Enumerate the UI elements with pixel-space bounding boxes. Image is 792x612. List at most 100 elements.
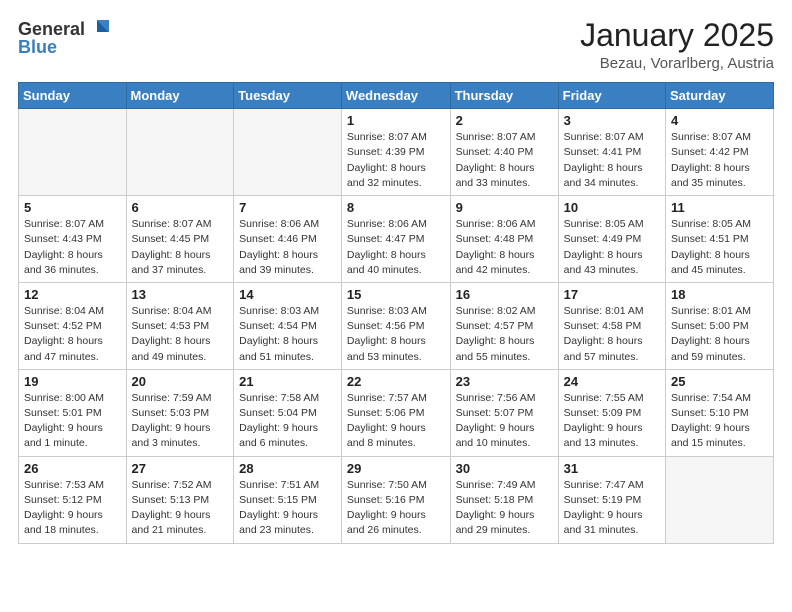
day-number: 12 (24, 287, 121, 302)
table-row: 26Sunrise: 7:53 AMSunset: 5:12 PMDayligh… (19, 456, 127, 543)
day-info: Sunrise: 7:58 AMSunset: 5:04 PMDaylight:… (239, 391, 336, 452)
table-row: 25Sunrise: 7:54 AMSunset: 5:10 PMDayligh… (666, 369, 774, 456)
table-row: 5 Sunrise: 8:07 AMSunset: 4:43 PMDaylight… (19, 196, 127, 283)
week-row-2: 5 Sunrise: 8:07 AMSunset: 4:43 PMDaylight… (19, 196, 774, 283)
day-info: Sunrise: 7:49 AMSunset: 5:18 PMDaylight:… (456, 478, 553, 539)
day-info: Sunrise: 7:50 AMSunset: 5:16 PMDaylight:… (347, 478, 445, 539)
day-number: 22 (347, 374, 445, 389)
logo-icon (87, 18, 109, 36)
day-number: 27 (132, 461, 229, 476)
table-row: 4 Sunrise: 8:07 AMSunset: 4:42 PMDaylight… (666, 109, 774, 196)
table-row (19, 109, 127, 196)
day-number: 4 (671, 113, 768, 128)
page: General Blue January 2025 Bezau, Vorarlb… (0, 0, 792, 612)
table-row: 30Sunrise: 7:49 AMSunset: 5:18 PMDayligh… (450, 456, 558, 543)
day-info: Sunrise: 8:04 AMSunset: 4:53 PMDaylight:… (132, 304, 229, 365)
day-number: 9 (456, 200, 553, 215)
day-number: 26 (24, 461, 121, 476)
day-info: Sunrise: 7:56 AMSunset: 5:07 PMDaylight:… (456, 391, 553, 452)
table-row (234, 109, 342, 196)
day-info: Sunrise: 8:03 AMSunset: 4:56 PMDaylight:… (347, 304, 445, 365)
day-number: 10 (564, 200, 660, 215)
day-info: Sunrise: 8:07 AMSunset: 4:45 PMDaylight:… (132, 217, 229, 278)
table-row: 11Sunrise: 8:05 AMSunset: 4:51 PMDayligh… (666, 196, 774, 283)
header-thursday: Thursday (450, 83, 558, 109)
table-row: 20Sunrise: 7:59 AMSunset: 5:03 PMDayligh… (126, 369, 234, 456)
table-row: 23 Sunrise: 7:56 AMSunset: 5:07 PMDayligh… (450, 369, 558, 456)
calendar-table: Sunday Monday Tuesday Wednesday Thursday… (18, 82, 774, 543)
day-number: 19 (24, 374, 121, 389)
table-row: 19 Sunrise: 8:00 AMSunset: 5:01 PMDayligh… (19, 369, 127, 456)
day-info: Sunrise: 7:47 AMSunset: 5:19 PMDaylight:… (564, 478, 660, 539)
table-row: 21 Sunrise: 7:58 AMSunset: 5:04 PMDayligh… (234, 369, 342, 456)
day-number: 2 (456, 113, 553, 128)
header-saturday: Saturday (666, 83, 774, 109)
day-number: 24 (564, 374, 660, 389)
header-friday: Friday (558, 83, 665, 109)
week-row-4: 19 Sunrise: 8:00 AMSunset: 5:01 PMDayligh… (19, 369, 774, 456)
day-info: Sunrise: 8:04 AMSunset: 4:52 PMDaylight:… (24, 304, 121, 365)
header-monday: Monday (126, 83, 234, 109)
table-row: 15 Sunrise: 8:03 AMSunset: 4:56 PMDayligh… (341, 282, 450, 369)
table-row: 3 Sunrise: 8:07 AMSunset: 4:41 PMDaylight… (558, 109, 665, 196)
table-row: 1Sunrise: 8:07 AMSunset: 4:39 PMDaylight… (341, 109, 450, 196)
table-row: 17Sunrise: 8:01 AMSunset: 4:58 PMDayligh… (558, 282, 665, 369)
day-info: Sunrise: 8:00 AMSunset: 5:01 PMDaylight:… (24, 391, 121, 452)
day-number: 31 (564, 461, 660, 476)
table-row: 18Sunrise: 8:01 AMSunset: 5:00 PMDayligh… (666, 282, 774, 369)
day-info: Sunrise: 8:07 AMSunset: 4:41 PMDaylight:… (564, 130, 660, 191)
day-info: Sunrise: 8:06 AMSunset: 4:47 PMDaylight:… (347, 217, 445, 278)
day-number: 20 (132, 374, 229, 389)
day-number: 28 (239, 461, 336, 476)
table-row (126, 109, 234, 196)
day-info: Sunrise: 7:55 AMSunset: 5:09 PMDaylight:… (564, 391, 660, 452)
table-row: 28Sunrise: 7:51 AMSunset: 5:15 PMDayligh… (234, 456, 342, 543)
logo-general-text: General (18, 20, 85, 38)
day-number: 15 (347, 287, 445, 302)
table-row: 24 Sunrise: 7:55 AMSunset: 5:09 PMDayligh… (558, 369, 665, 456)
day-info: Sunrise: 8:06 AMSunset: 4:46 PMDaylight:… (239, 217, 336, 278)
day-info: Sunrise: 8:07 AMSunset: 4:43 PMDaylight:… (24, 217, 121, 278)
header-tuesday: Tuesday (234, 83, 342, 109)
day-info: Sunrise: 8:03 AMSunset: 4:54 PMDaylight:… (239, 304, 336, 365)
day-number: 16 (456, 287, 553, 302)
day-info: Sunrise: 8:02 AMSunset: 4:57 PMDaylight:… (456, 304, 553, 365)
table-row: 10 Sunrise: 8:05 AMSunset: 4:49 PMDayligh… (558, 196, 665, 283)
logo-blue-text: Blue (18, 38, 57, 56)
header-sunday: Sunday (19, 83, 127, 109)
table-row: 2Sunrise: 8:07 AMSunset: 4:40 PMDaylight… (450, 109, 558, 196)
day-number: 8 (347, 200, 445, 215)
day-info: Sunrise: 8:07 AMSunset: 4:39 PMDaylight:… (347, 130, 445, 191)
table-row: 27 Sunrise: 7:52 AMSunset: 5:13 PMDayligh… (126, 456, 234, 543)
day-number: 23 (456, 374, 553, 389)
day-number: 5 (24, 200, 121, 215)
table-row: 16 Sunrise: 8:02 AMSunset: 4:57 PMDayligh… (450, 282, 558, 369)
day-info: Sunrise: 8:05 AMSunset: 4:51 PMDaylight:… (671, 217, 768, 278)
table-row: 8 Sunrise: 8:06 AMSunset: 4:47 PMDaylight… (341, 196, 450, 283)
day-info: Sunrise: 8:01 AMSunset: 4:58 PMDaylight:… (564, 304, 660, 365)
logo: General Blue (18, 18, 109, 56)
day-info: Sunrise: 8:06 AMSunset: 4:48 PMDaylight:… (456, 217, 553, 278)
table-row: 31 Sunrise: 7:47 AMSunset: 5:19 PMDayligh… (558, 456, 665, 543)
day-info: Sunrise: 8:05 AMSunset: 4:49 PMDaylight:… (564, 217, 660, 278)
table-row: 14Sunrise: 8:03 AMSunset: 4:54 PMDayligh… (234, 282, 342, 369)
day-info: Sunrise: 8:01 AMSunset: 5:00 PMDaylight:… (671, 304, 768, 365)
day-number: 21 (239, 374, 336, 389)
table-row: 22 Sunrise: 7:57 AMSunset: 5:06 PMDayligh… (341, 369, 450, 456)
table-row (666, 456, 774, 543)
table-row: 13 Sunrise: 8:04 AMSunset: 4:53 PMDayligh… (126, 282, 234, 369)
day-info: Sunrise: 7:57 AMSunset: 5:06 PMDaylight:… (347, 391, 445, 452)
table-row: 6Sunrise: 8:07 AMSunset: 4:45 PMDaylight… (126, 196, 234, 283)
day-number: 3 (564, 113, 660, 128)
table-row: 9 Sunrise: 8:06 AMSunset: 4:48 PMDaylight… (450, 196, 558, 283)
table-row: 7Sunrise: 8:06 AMSunset: 4:46 PMDaylight… (234, 196, 342, 283)
week-row-3: 12 Sunrise: 8:04 AMSunset: 4:52 PMDayligh… (19, 282, 774, 369)
day-number: 13 (132, 287, 229, 302)
header-wednesday: Wednesday (341, 83, 450, 109)
day-info: Sunrise: 7:52 AMSunset: 5:13 PMDaylight:… (132, 478, 229, 539)
day-info: Sunrise: 8:07 AMSunset: 4:42 PMDaylight:… (671, 130, 768, 191)
week-row-1: 1Sunrise: 8:07 AMSunset: 4:39 PMDaylight… (19, 109, 774, 196)
calendar-title: January 2025 (580, 18, 774, 53)
table-row: 29 Sunrise: 7:50 AMSunset: 5:16 PMDayligh… (341, 456, 450, 543)
day-number: 29 (347, 461, 445, 476)
